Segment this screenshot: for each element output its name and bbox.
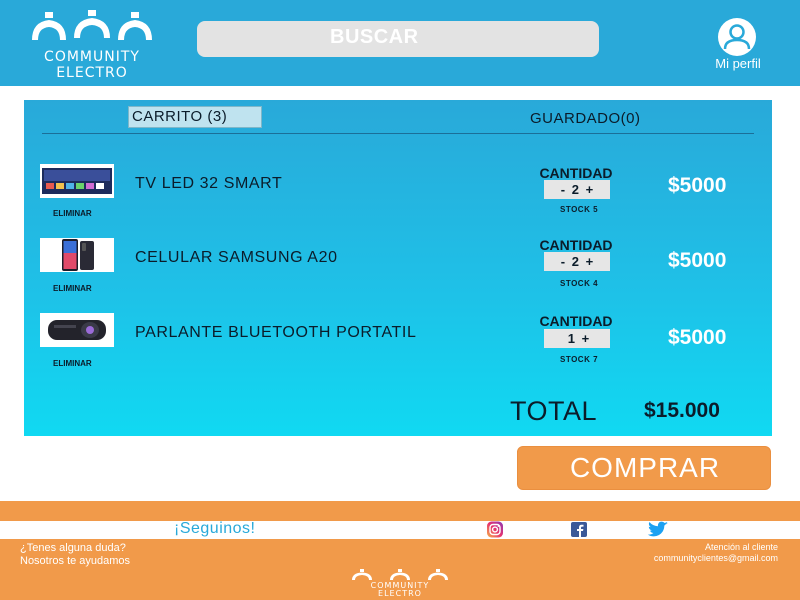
product-name: TV LED 32 SMART xyxy=(135,175,283,192)
brand-logo[interactable]: COMMUNITY ELECTRO xyxy=(22,10,162,84)
quantity-value: 2 xyxy=(571,182,579,197)
cart-panel: CARRITO (3) GUARDADO(0) ELIMINAR TV LED … xyxy=(24,100,772,436)
footer-logo: COMMUNITY ELECTRO xyxy=(344,569,456,599)
buy-button[interactable]: COMPRAR xyxy=(517,446,771,490)
contact-email[interactable]: communityclientes@gmail.com xyxy=(558,553,778,564)
help-text: ¿Tenes alguna duda? Nosotros te ayudamos xyxy=(20,542,130,568)
instagram-icon[interactable] xyxy=(484,521,506,538)
search-bar[interactable]: BUSCAR xyxy=(197,21,599,57)
product-image-speaker[interactable] xyxy=(40,313,114,347)
footer: ¿Tenes alguna duda? Nosotros te ayudamos… xyxy=(0,539,800,600)
logo-text-top: COMMUNITY xyxy=(44,49,140,65)
footer-band xyxy=(0,501,800,521)
total-label: TOTAL xyxy=(510,396,598,426)
quantity-label: CANTIDAD xyxy=(539,237,613,253)
quantity-stepper: 1 + xyxy=(544,329,610,348)
facebook-icon[interactable] xyxy=(568,521,590,538)
profile-label: Mi perfil xyxy=(715,56,761,71)
product-price: $5000 xyxy=(668,249,727,272)
decrease-button[interactable]: - xyxy=(558,254,568,269)
stock-label: STOCK 5 xyxy=(559,205,599,214)
buy-label: COMPRAR xyxy=(569,452,721,483)
quantity-stepper: - 2 + xyxy=(544,180,610,199)
social-strip xyxy=(0,521,800,539)
quantity-label: CANTIDAD xyxy=(539,165,613,181)
phone-image xyxy=(62,239,94,271)
twitter-icon[interactable] xyxy=(640,521,668,538)
header: COMMUNITY ELECTRO BUSCAR Mi perfil xyxy=(0,0,800,86)
logo-text-bottom: ELECTRO xyxy=(56,65,128,81)
speaker-image xyxy=(48,320,106,340)
increase-button[interactable]: + xyxy=(579,331,593,346)
help-line-2: Nosotros te ayudamos xyxy=(20,555,131,567)
stock-label: STOCK 4 xyxy=(559,279,599,288)
decrease-button[interactable]: - xyxy=(558,182,568,197)
remove-button[interactable]: ELIMINAR xyxy=(53,359,92,368)
tab-cart[interactable]: CARRITO (3) xyxy=(128,106,262,128)
product-price: $5000 xyxy=(668,174,727,197)
increase-button[interactable]: + xyxy=(583,182,597,197)
remove-button[interactable]: ELIMINAR xyxy=(53,284,92,293)
contact-info: Atención al cliente communityclientes@gm… xyxy=(558,542,778,564)
search-label: BUSCAR xyxy=(330,26,419,48)
help-line-1: ¿Tenes alguna duda? xyxy=(20,542,126,554)
product-name: CELULAR SAMSUNG A20 xyxy=(135,249,338,266)
quantity-value: 1 xyxy=(567,331,575,346)
product-image-tv[interactable] xyxy=(40,164,114,198)
total-value: $15.000 xyxy=(644,399,720,422)
product-image-phone[interactable] xyxy=(40,238,114,272)
quantity-label: CANTIDAD xyxy=(539,313,613,329)
user-icon xyxy=(718,18,756,56)
lamps-logo-icon xyxy=(32,10,152,40)
tv-image xyxy=(42,168,112,194)
footer-logo-text-bottom: ELECTRO xyxy=(378,589,422,598)
stock-label: STOCK 7 xyxy=(559,355,599,364)
product-name: PARLANTE BLUETOOTH PORTATIL xyxy=(135,324,417,341)
divider xyxy=(42,133,754,134)
increase-button[interactable]: + xyxy=(583,254,597,269)
follow-label: ¡Seguinos! xyxy=(174,520,256,537)
tab-saved[interactable]: GUARDADO(0) xyxy=(530,110,641,127)
profile-link[interactable]: Mi perfil xyxy=(700,18,776,76)
remove-button[interactable]: ELIMINAR xyxy=(53,209,92,218)
contact-title: Atención al cliente xyxy=(704,542,778,552)
product-price: $5000 xyxy=(668,326,727,349)
quantity-value: 2 xyxy=(571,254,579,269)
quantity-stepper: - 2 + xyxy=(544,252,610,271)
